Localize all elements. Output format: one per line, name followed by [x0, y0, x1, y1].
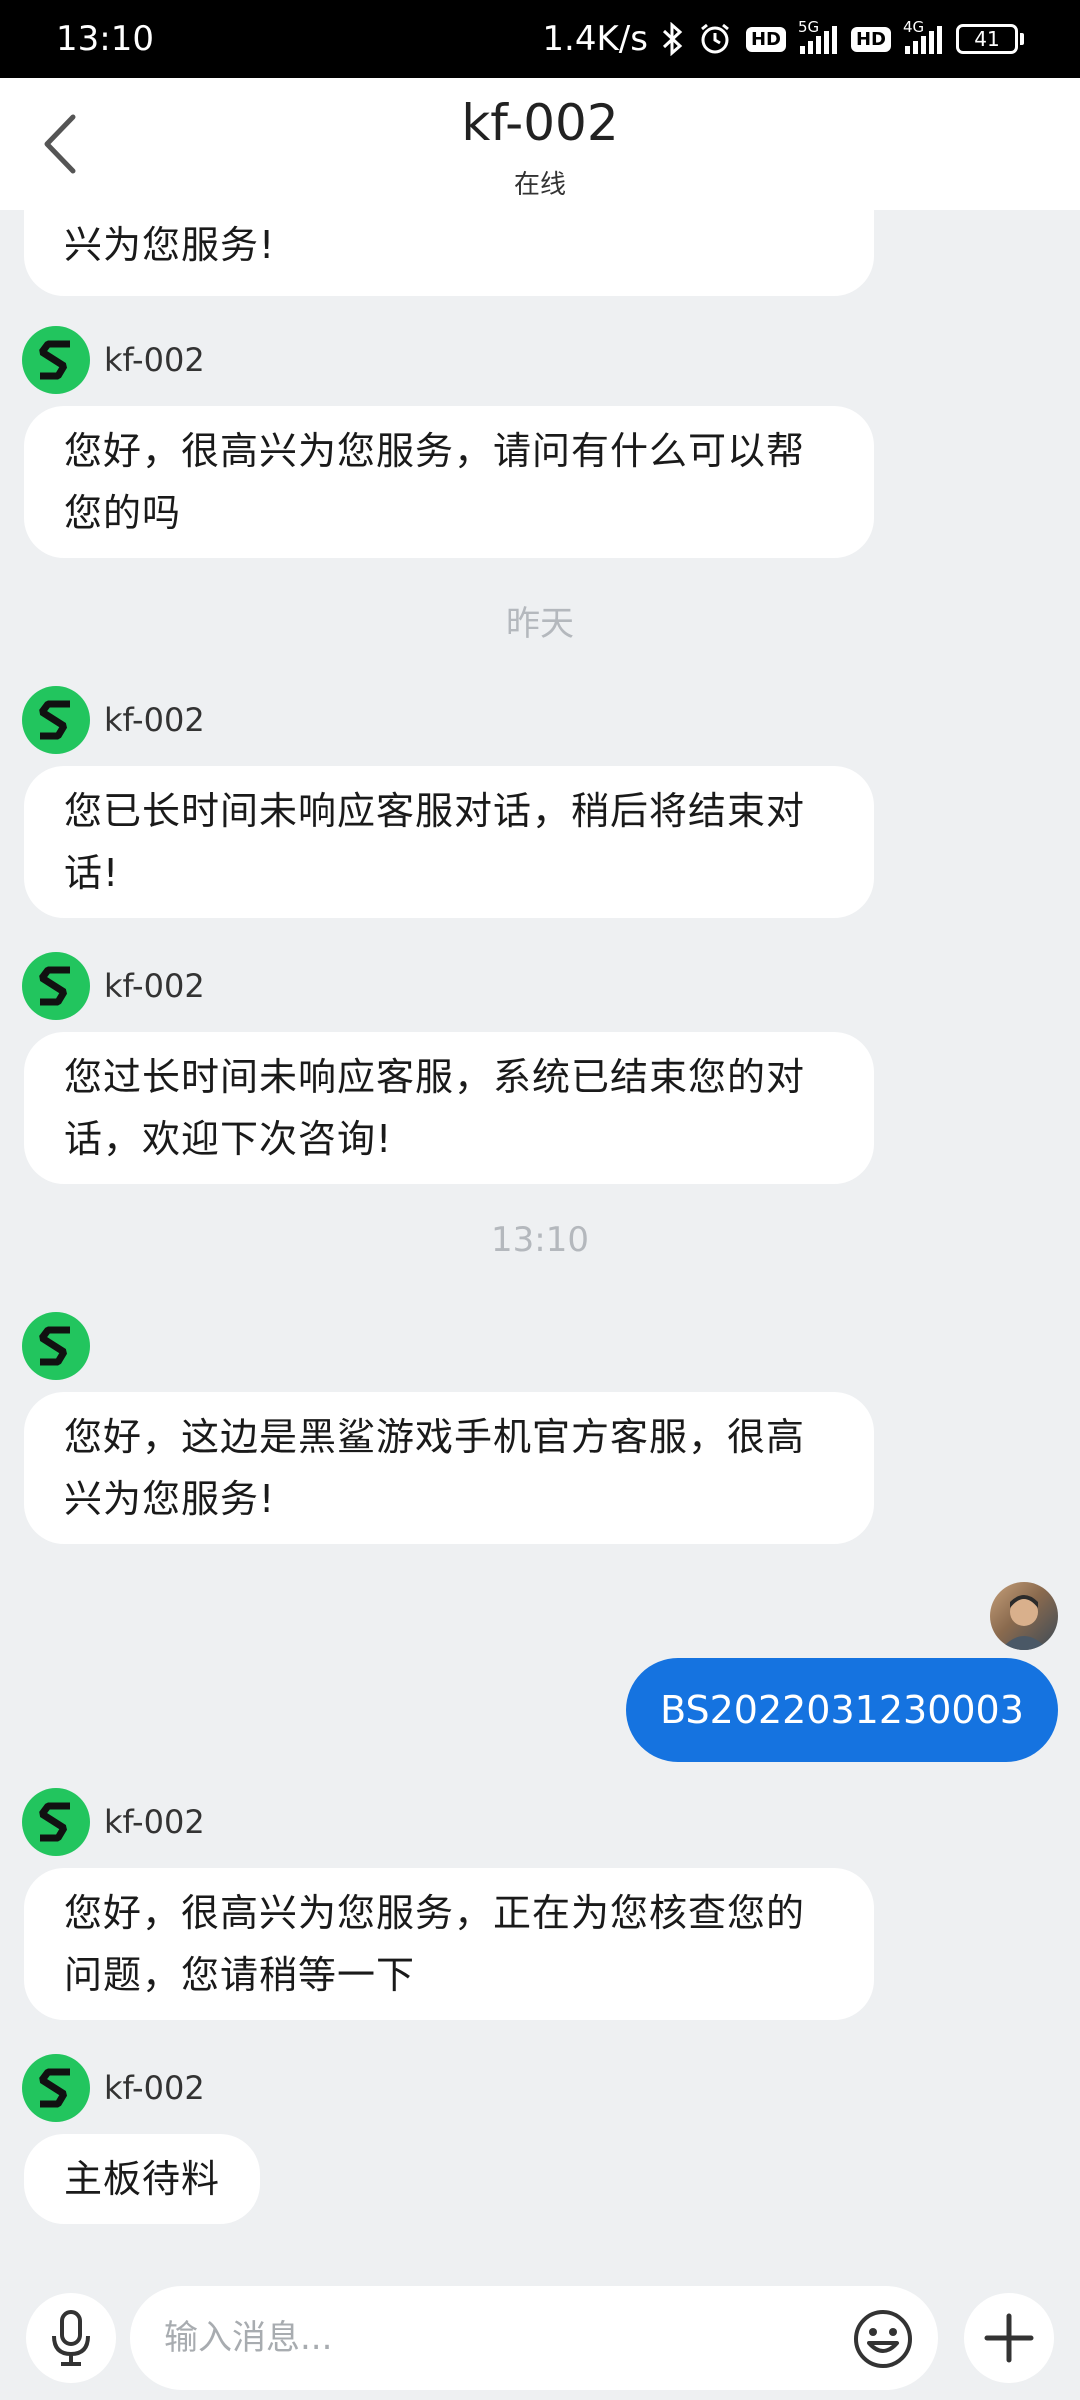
emoji-button[interactable]: [850, 2306, 916, 2372]
input-bar: [0, 2270, 1080, 2400]
emoji-icon: [854, 2310, 912, 2368]
hd-badge: HD: [745, 26, 786, 52]
message-bubble: 您好，很高兴为您服务，正在为您核查您的问题，您请稍等一下: [24, 1868, 874, 2020]
sender-row: kf-002: [22, 686, 205, 754]
chat-list[interactable]: 兴为您服务! kf-002 您好，很高兴为您服务，请问有什么可以帮您的吗 昨天 …: [0, 210, 1080, 2270]
signal-5g-icon: 5G: [798, 18, 837, 54]
network-speed: 1.4K/s: [542, 19, 648, 59]
sender-name: kf-002: [104, 341, 205, 379]
message-bubble: 您好，这边是黑鲨游戏手机官方客服，很高兴为您服务!: [24, 1392, 874, 1544]
message-bubble: 兴为您服务!: [24, 210, 874, 296]
page-title: kf-002: [461, 94, 619, 152]
sender-name: kf-002: [104, 701, 205, 739]
status-bar: 13:10 1.4K/s HD 5G HD 4G 41: [0, 0, 1080, 78]
shark-logo-icon[interactable]: [22, 686, 90, 754]
shark-logo-icon[interactable]: [22, 326, 90, 394]
sender-row: kf-002: [22, 1788, 205, 1856]
sender-row: kf-002: [22, 326, 205, 394]
sender-row: kf-002: [22, 952, 205, 1020]
message-bubble: 您过长时间未响应客服，系统已结束您的对话，欢迎下次咨询!: [24, 1032, 874, 1184]
plus-icon: [984, 2313, 1034, 2363]
battery-level: 41: [956, 24, 1018, 54]
battery-icon: 41: [956, 24, 1024, 54]
user-message-bubble: BS2022031230003: [626, 1658, 1058, 1762]
online-status: 在线: [513, 170, 566, 200]
status-icons: 1.4K/s HD 5G HD 4G 41: [542, 18, 1024, 59]
alarm-icon: [698, 22, 732, 56]
status-time: 13:10: [56, 19, 154, 59]
sender-row: kf-002: [22, 2054, 205, 2122]
bluetooth-icon: [662, 22, 684, 56]
shark-logo-icon[interactable]: [22, 1312, 90, 1380]
sender-name: kf-002: [104, 967, 205, 1005]
more-button[interactable]: [964, 2293, 1054, 2383]
sender-row: [22, 1312, 90, 1380]
sender-name: kf-002: [104, 2069, 205, 2107]
voice-button[interactable]: [26, 2293, 116, 2383]
hd-badge-2: HD: [850, 26, 891, 52]
time-separator: 13:10: [491, 1220, 589, 1260]
message-bubble: 主板待料: [24, 2134, 261, 2224]
sender-name: kf-002: [104, 1803, 205, 1841]
signal-4g-icon: 4G: [903, 18, 942, 54]
shark-logo-icon[interactable]: [22, 952, 90, 1020]
shark-logo-icon[interactable]: [22, 2054, 90, 2122]
user-avatar[interactable]: [990, 1582, 1058, 1650]
shark-logo-icon[interactable]: [22, 1788, 90, 1856]
message-input[interactable]: [130, 2286, 938, 2390]
mic-icon: [52, 2310, 90, 2366]
message-bubble: 您好，很高兴为您服务，请问有什么可以帮您的吗: [24, 406, 874, 558]
message-bubble: 您已长时间未响应客服对话，稍后将结束对话!: [24, 766, 874, 918]
time-separator: 昨天: [506, 604, 574, 644]
chat-header: kf-002 在线: [0, 78, 1080, 210]
